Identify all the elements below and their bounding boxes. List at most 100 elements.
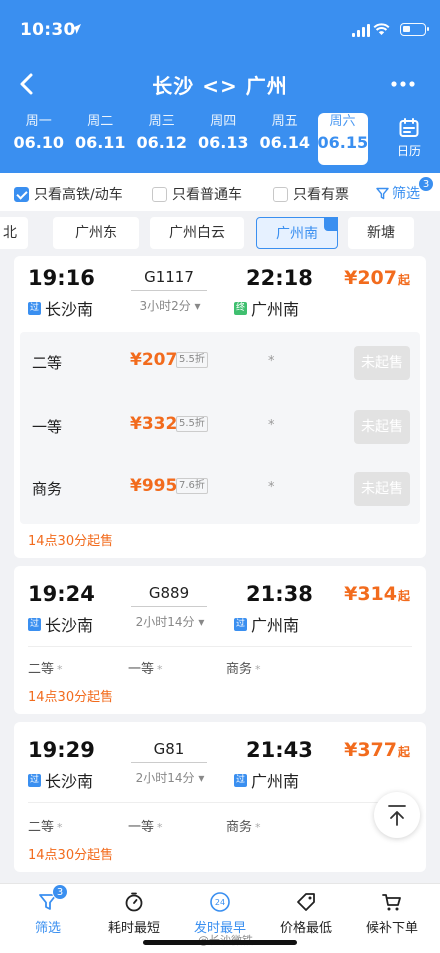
location-arrow-icon bbox=[71, 24, 81, 34]
price-value: ¥377 bbox=[344, 739, 397, 761]
train-card-expanded[interactable]: 19:16 G1117 3小时2分 ▾ 22:18 ¥207起 过长沙南 终广州… bbox=[14, 256, 426, 558]
page-title: 长沙 <> 广州 bbox=[152, 74, 288, 98]
normal-train-checkbox[interactable]: 只看普通车 bbox=[152, 184, 242, 204]
not-on-sale-button[interactable]: 未起售 bbox=[354, 346, 410, 380]
date-value: 06.15 bbox=[317, 133, 369, 152]
date-weekday: 周五 bbox=[271, 114, 298, 129]
station-chip[interactable]: 广州东 bbox=[53, 217, 139, 249]
availability: * bbox=[157, 663, 163, 676]
seat-class: 商务 bbox=[226, 820, 253, 835]
station-chip-selected[interactable]: 广州南 bbox=[256, 217, 338, 249]
waitlist-tab[interactable]: 候补下单 bbox=[348, 890, 436, 936]
arrive-time: 22:18 bbox=[246, 266, 313, 290]
high-speed-checkbox[interactable]: 只看高铁/动车 bbox=[14, 184, 123, 204]
price-suffix: 起 bbox=[397, 589, 410, 603]
stopwatch-icon bbox=[125, 892, 143, 912]
availability: * bbox=[268, 480, 275, 495]
seat-list: 二等 ¥207 5.5折 * 未起售 一等 ¥332 5.5折 * 未起售 商务… bbox=[20, 332, 420, 524]
calendar-icon bbox=[399, 118, 419, 137]
pass-tag: 过 bbox=[28, 301, 41, 315]
date-weekday: 周四 bbox=[210, 114, 237, 129]
discount-badge: 5.5折 bbox=[176, 416, 208, 432]
more-options-icon[interactable] bbox=[388, 72, 418, 96]
duration[interactable]: 2小时14分 ▾ bbox=[126, 769, 214, 786]
duration[interactable]: 3小时2分 ▾ bbox=[126, 297, 214, 314]
lowest-price-tab[interactable]: 价格最低 bbox=[262, 890, 350, 936]
date-value: 06.10 bbox=[13, 133, 65, 152]
train-card[interactable]: 19:24 G889 2小时14分 ▾ 21:38 ¥314起 过长沙南 过广州… bbox=[14, 566, 426, 714]
filter-tab[interactable]: 筛选 bbox=[4, 890, 92, 936]
dropdown-triangle-icon: ▾ bbox=[190, 299, 201, 313]
home-indicator bbox=[143, 940, 297, 945]
station-chip[interactable]: 北 bbox=[0, 217, 28, 249]
checkbox-label: 只看高铁/动车 bbox=[34, 187, 123, 203]
price-suffix: 起 bbox=[397, 273, 410, 287]
from-station: 过长沙南 bbox=[28, 296, 93, 320]
date-value: 06.13 bbox=[197, 133, 249, 152]
from-station-name: 长沙南 bbox=[45, 772, 94, 791]
availability: * bbox=[57, 663, 63, 676]
seat-class-summary: 一等 * bbox=[128, 816, 163, 835]
not-on-sale-button[interactable]: 未起售 bbox=[354, 410, 410, 444]
station-chip[interactable]: 广州白云 bbox=[150, 217, 244, 249]
checkbox-label: 只看普通车 bbox=[172, 187, 242, 203]
not-on-sale-button[interactable]: 未起售 bbox=[354, 472, 410, 506]
sale-time: 14点30分起售 bbox=[28, 690, 114, 705]
seat-class-summary: 二等 * bbox=[28, 658, 63, 677]
depart-time: 19:29 bbox=[28, 738, 95, 762]
shortest-duration-tab[interactable]: 耗时最短 bbox=[90, 890, 178, 936]
to-station-name: 广州南 bbox=[251, 300, 300, 319]
dropdown-triangle-icon: ▾ bbox=[194, 615, 205, 629]
seat-class: 二等 bbox=[28, 820, 55, 835]
arrive-time: 21:38 bbox=[246, 582, 313, 606]
seat-class: 一等 bbox=[128, 820, 155, 835]
checkbox-icon bbox=[152, 186, 167, 202]
seat-class-summary: 二等 * bbox=[28, 816, 63, 835]
dropdown-triangle-icon: ▾ bbox=[194, 771, 205, 785]
seat-class: 商务 bbox=[226, 662, 253, 677]
seat-row[interactable]: 商务 ¥995 7.6折 * 未起售 bbox=[20, 458, 420, 520]
price-value: ¥207 bbox=[344, 267, 397, 289]
from-station-name: 长沙南 bbox=[45, 300, 94, 319]
seat-class-summary: 商务 * bbox=[226, 816, 261, 835]
header: 10:30 长沙 <> 广州 周一 06.10 周二 06.11 周三 06.12 周… bbox=[0, 0, 440, 173]
date-tab[interactable]: 周五 06.14 bbox=[254, 113, 316, 165]
pass-tag: 过 bbox=[28, 617, 41, 631]
date-tab-selected[interactable]: 周六 06.15 bbox=[317, 113, 369, 165]
date-weekday: 周六 bbox=[329, 114, 356, 129]
status-bar: 10:30 bbox=[0, 0, 440, 62]
date-tab[interactable]: 周三 06.12 bbox=[131, 113, 193, 165]
train-line-divider bbox=[131, 606, 207, 607]
seat-row[interactable]: 一等 ¥332 5.5折 * 未起售 bbox=[20, 396, 420, 458]
duration[interactable]: 2小时14分 ▾ bbox=[126, 613, 214, 630]
nav-bar: 长沙 <> 广州 bbox=[0, 62, 440, 106]
earliest-departure-tab[interactable]: 24 发时最早 bbox=[176, 890, 264, 936]
seat-price: ¥332 bbox=[130, 414, 178, 434]
pass-tag: 过 bbox=[234, 773, 247, 787]
availability: * bbox=[255, 663, 261, 676]
from-station: 过长沙南 bbox=[28, 768, 93, 792]
station-chip-label: 广州南 bbox=[276, 226, 318, 242]
terminal-tag: 终 bbox=[234, 301, 247, 315]
filter-button[interactable]: 筛选 bbox=[376, 183, 420, 203]
checkbox-icon bbox=[273, 186, 288, 202]
calendar-button[interactable]: 日历 bbox=[392, 117, 426, 159]
pass-tag: 过 bbox=[28, 773, 41, 787]
duration-text: 2小时14分 bbox=[135, 771, 195, 785]
date-selector: 周一 06.10 周二 06.11 周三 06.12 周四 06.13 周五 06.14 … bbox=[8, 113, 378, 165]
train-line-divider bbox=[131, 762, 207, 763]
date-tab[interactable]: 周二 06.11 bbox=[70, 113, 132, 165]
train-card[interactable]: 19:29 G81 2小时14分 ▾ 21:43 ¥377起 过长沙南 过广州南… bbox=[14, 722, 426, 872]
arrive-time: 21:43 bbox=[246, 738, 313, 762]
duration-text: 2小时14分 bbox=[135, 615, 195, 629]
scroll-to-top-button[interactable] bbox=[374, 792, 420, 838]
date-tab[interactable]: 周四 06.13 bbox=[193, 113, 255, 165]
discount-badge: 5.5折 bbox=[176, 352, 208, 368]
filter-count-badge: 3 bbox=[418, 176, 434, 192]
station-chip[interactable]: 新塘 bbox=[348, 217, 414, 249]
available-only-checkbox[interactable]: 只看有票 bbox=[273, 184, 349, 204]
date-tab[interactable]: 周一 06.10 bbox=[8, 113, 70, 165]
from-station: 过长沙南 bbox=[28, 612, 93, 636]
seat-class: 一等 bbox=[128, 662, 155, 677]
seat-row[interactable]: 二等 ¥207 5.5折 * 未起售 bbox=[20, 332, 420, 394]
